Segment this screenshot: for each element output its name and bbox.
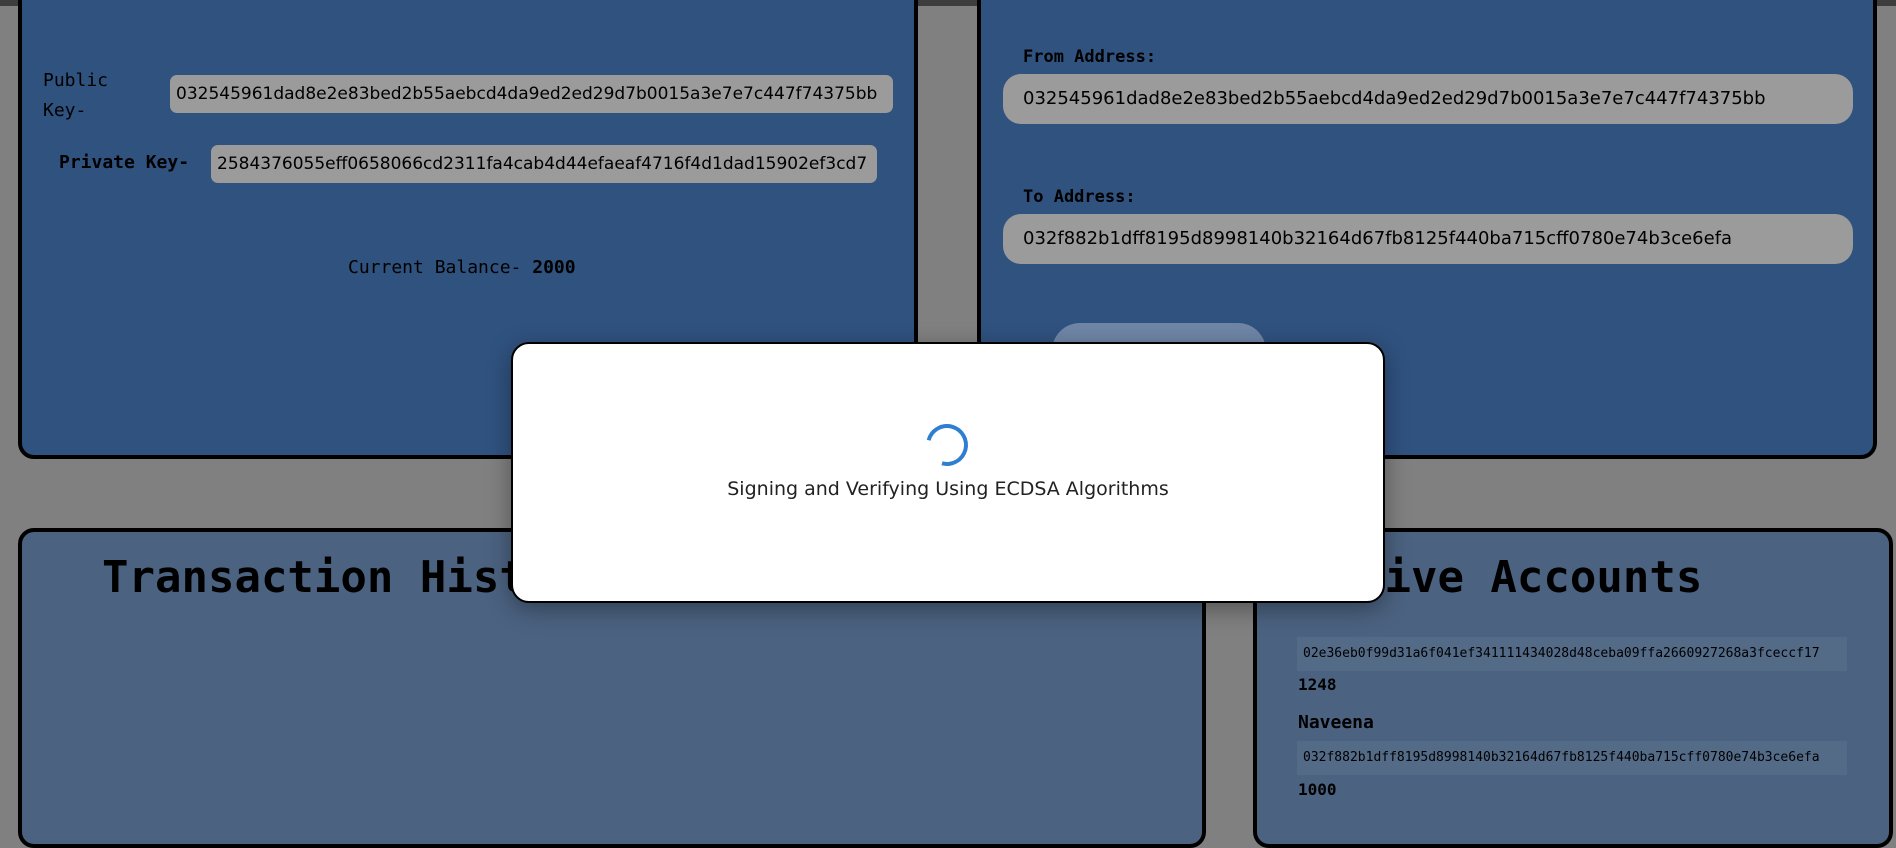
balance-label: Current Balance-	[348, 257, 533, 278]
public-key-field[interactable]: 032545961dad8e2e83bed2b55aebcd4da9ed2ed2…	[170, 75, 893, 113]
public-key-label-line1: Public	[43, 70, 109, 91]
public-key-label: Public Key-	[43, 66, 108, 126]
private-key-field[interactable]: 2584376055eff0658066cd2311fa4cab4d44efae…	[211, 145, 877, 183]
account-name: Naveena	[1298, 712, 1374, 733]
loading-spinner-icon	[918, 416, 976, 474]
to-address-label: To Address:	[1023, 187, 1136, 207]
account-balance: 1248	[1298, 675, 1337, 694]
current-balance: Current Balance- 2000	[348, 257, 576, 278]
public-key-label-line2: Key-	[43, 100, 87, 121]
from-address-label: From Address:	[1023, 47, 1157, 67]
private-key-label: Private Key-	[59, 152, 190, 173]
to-address-field[interactable]: 032f882b1dff8195d8998140b32164d67fb8125f…	[1003, 214, 1853, 264]
loading-dialog: Signing and Verifying Using ECDSA Algori…	[511, 342, 1385, 603]
from-address-field[interactable]: 032545961dad8e2e83bed2b55aebcd4da9ed2ed2…	[1003, 74, 1853, 124]
balance-value: 2000	[532, 257, 576, 278]
account-balance: 1000	[1298, 780, 1337, 799]
account-key: 02e36eb0f99d31a6f041ef341111434028d48ceb…	[1297, 637, 1847, 671]
account-key: 032f882b1dff8195d8998140b32164d67fb8125f…	[1297, 741, 1847, 775]
loading-message: Signing and Verifying Using ECDSA Algori…	[727, 478, 1169, 500]
